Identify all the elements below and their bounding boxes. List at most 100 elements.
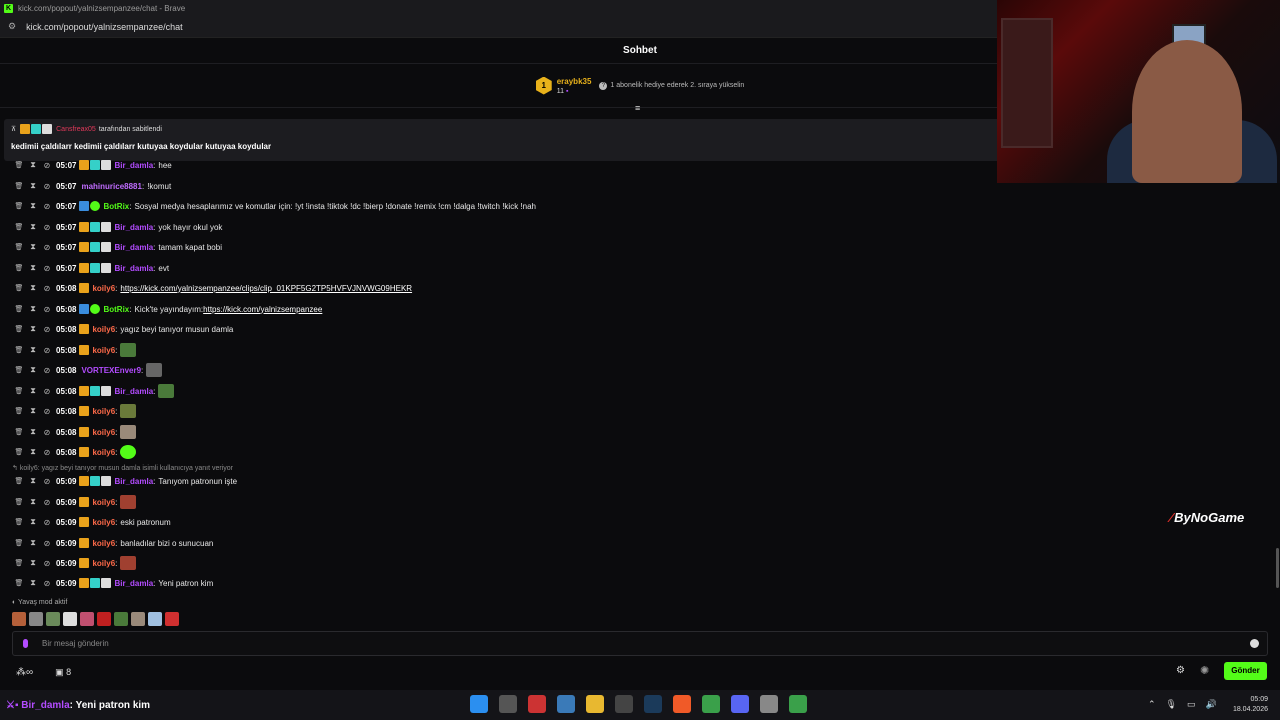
- ban-icon[interactable]: ⊘: [40, 264, 54, 273]
- chat-message[interactable]: 🗑 ⧗ ⊘ 05:07 BotRix: Sosyal medya hesaplarımız…: [12, 199, 536, 213]
- delete-icon[interactable]: 🗑: [12, 182, 26, 190]
- ban-icon[interactable]: ⊘: [40, 579, 54, 588]
- system-tray[interactable]: ⌃🎙▭🔊: [1148, 699, 1227, 710]
- message-username[interactable]: koily6: [92, 498, 115, 507]
- task-view-icon[interactable]: [499, 695, 517, 713]
- message-username[interactable]: VORTEXEnver9: [81, 366, 141, 375]
- timeout-icon[interactable]: ⧗: [26, 476, 40, 486]
- chat-message[interactable]: 🗑 ⧗ ⊘ 05:08 Bir_damla:: [12, 384, 175, 398]
- ban-icon[interactable]: ⊘: [40, 305, 54, 314]
- emote-icon[interactable]: [148, 612, 162, 626]
- ban-icon[interactable]: ⊘: [40, 243, 54, 252]
- chat-message[interactable]: 🗑 ⧗ ⊘ 05:08 koily6:: [12, 343, 137, 357]
- ban-icon[interactable]: ⊘: [40, 539, 54, 548]
- message-placeholder[interactable]: Bir mesaj gönderin: [42, 639, 109, 648]
- ban-icon[interactable]: ⊘: [40, 223, 54, 232]
- delete-icon[interactable]: 🗑: [12, 325, 26, 333]
- emote-icon[interactable]: [158, 384, 175, 398]
- timeout-icon[interactable]: ⧗: [26, 263, 40, 273]
- message-username[interactable]: Bir_damla: [114, 387, 153, 396]
- timeout-icon[interactable]: ⧗: [26, 406, 40, 416]
- ban-icon[interactable]: ⊘: [40, 428, 54, 437]
- timeout-icon[interactable]: ⧗: [26, 538, 40, 548]
- delete-icon[interactable]: 🗑: [12, 284, 26, 292]
- message-username[interactable]: koily6: [92, 407, 115, 416]
- emote-icon[interactable]: [120, 404, 137, 418]
- mic-icon[interactable]: [23, 639, 28, 648]
- leader-username[interactable]: eraybk35: [557, 77, 592, 86]
- message-username[interactable]: koily6: [92, 448, 115, 457]
- message-username[interactable]: BotRix: [103, 202, 129, 211]
- site-settings-icon[interactable]: ⚙: [8, 21, 16, 32]
- delete-icon[interactable]: 🗑: [12, 428, 26, 436]
- emote-icon[interactable]: [12, 612, 26, 626]
- emote-icon[interactable]: [46, 612, 60, 626]
- emote-icon[interactable]: [120, 445, 137, 459]
- emote-icon[interactable]: [131, 612, 145, 626]
- message-username[interactable]: Bir_damla: [114, 161, 153, 170]
- delete-icon[interactable]: 🗑: [12, 346, 26, 354]
- chat-message[interactable]: 🗑 ⧗ ⊘ 05:08 VORTEXEnver9:: [12, 363, 163, 377]
- windows-start-icon[interactable]: [470, 695, 488, 713]
- chat-message[interactable]: 🗑 ⧗ ⊘ 05:09 Bir_damla: Yeni patron kim: [12, 576, 213, 590]
- emoji-icon[interactable]: [1250, 639, 1259, 648]
- timeout-icon[interactable]: ⧗: [26, 324, 40, 334]
- chat-message[interactable]: 🗑 ⧗ ⊘ 05:08 koily6: yagız beyi tanıyor musun …: [12, 322, 233, 336]
- timeout-icon[interactable]: ⧗: [26, 386, 40, 396]
- message-username[interactable]: koily6: [92, 428, 115, 437]
- delete-icon[interactable]: 🗑: [12, 448, 26, 456]
- ban-icon[interactable]: ⊘: [40, 325, 54, 334]
- chat-message[interactable]: 🗑 ⧗ ⊘ 05:08 koily6:: [12, 425, 137, 439]
- message-username[interactable]: koily6: [92, 518, 115, 527]
- chat-message[interactable]: 🗑 ⧗ ⊘ 05:09 koily6:: [12, 495, 137, 509]
- scrollbar[interactable]: [1276, 548, 1279, 588]
- chat-message[interactable]: 🗑 ⧗ ⊘ 05:07 Bir_damla: evt: [12, 261, 169, 275]
- timeout-icon[interactable]: ⧗: [26, 427, 40, 437]
- message-username[interactable]: BotRix: [103, 305, 129, 314]
- message-username[interactable]: koily6: [92, 284, 115, 293]
- timeout-icon[interactable]: ⧗: [26, 365, 40, 375]
- chat-message[interactable]: 🗑 ⧗ ⊘ 05:09 koily6: banladılar bizi o sunucua…: [12, 536, 213, 550]
- delete-icon[interactable]: 🗑: [12, 243, 26, 251]
- emote-icon[interactable]: [165, 612, 179, 626]
- chat-message[interactable]: 🗑 ⧗ ⊘ 05:09 Bir_damla: Tanıyom patronun işte: [12, 474, 237, 488]
- gear-icon[interactable]: ⚙: [1176, 665, 1185, 676]
- message-username[interactable]: Bir_damla: [114, 243, 153, 252]
- chat-message[interactable]: 🗑 ⧗ ⊘ 05:08 koily6:: [12, 404, 137, 418]
- file-explorer-icon[interactable]: [586, 695, 604, 713]
- timeout-icon[interactable]: ⧗: [26, 242, 40, 252]
- emote-icon[interactable]: [120, 495, 137, 509]
- steam-icon[interactable]: [644, 695, 662, 713]
- chat-message[interactable]: 🗑 ⧗ ⊘ 05:08 BotRix: Kick'te yayındayım: https…: [12, 302, 322, 316]
- ban-icon[interactable]: ⊘: [40, 387, 54, 396]
- send-button[interactable]: Gönder: [1224, 662, 1267, 680]
- message-username[interactable]: koily6: [92, 559, 115, 568]
- chat-message[interactable]: 🗑 ⧗ ⊘ 05:09 koily6: eski patronum: [12, 515, 171, 529]
- timeout-icon[interactable]: ⧗: [26, 160, 40, 170]
- emote-icon[interactable]: [63, 612, 77, 626]
- timeout-icon[interactable]: ⧗: [26, 345, 40, 355]
- ban-icon[interactable]: ⊘: [40, 477, 54, 486]
- chat-message[interactable]: 🗑 ⧗ ⊘ 05:07 Bir_damla: hee: [12, 158, 172, 172]
- quick-emote-icon[interactable]: ✺: [1200, 664, 1209, 677]
- delete-icon[interactable]: 🗑: [12, 202, 26, 210]
- ban-icon[interactable]: ⊘: [40, 284, 54, 293]
- pinned-by-user[interactable]: Cansfreax05: [56, 126, 96, 133]
- timeout-icon[interactable]: ⧗: [26, 181, 40, 191]
- chrome-icon[interactable]: [702, 695, 720, 713]
- timeout-icon[interactable]: ⧗: [26, 517, 40, 527]
- ban-icon[interactable]: ⊘: [40, 407, 54, 416]
- delete-icon[interactable]: 🗑: [12, 477, 26, 485]
- timeout-icon[interactable]: ⧗: [26, 222, 40, 232]
- ban-icon[interactable]: ⊘: [40, 182, 54, 191]
- delete-icon[interactable]: 🗑: [12, 223, 26, 231]
- emote-icon[interactable]: [120, 343, 137, 357]
- app-icon[interactable]: [615, 695, 633, 713]
- discord-icon[interactable]: [731, 695, 749, 713]
- message-username[interactable]: Bir_damla: [114, 264, 153, 273]
- message-username[interactable]: Bir_damla: [114, 223, 153, 232]
- delete-icon[interactable]: 🗑: [12, 498, 26, 506]
- message-username[interactable]: Bir_damla: [114, 579, 153, 588]
- emote-icon[interactable]: [120, 425, 137, 439]
- message-link[interactable]: https://kick.com/yalnizsempanzee: [203, 305, 322, 314]
